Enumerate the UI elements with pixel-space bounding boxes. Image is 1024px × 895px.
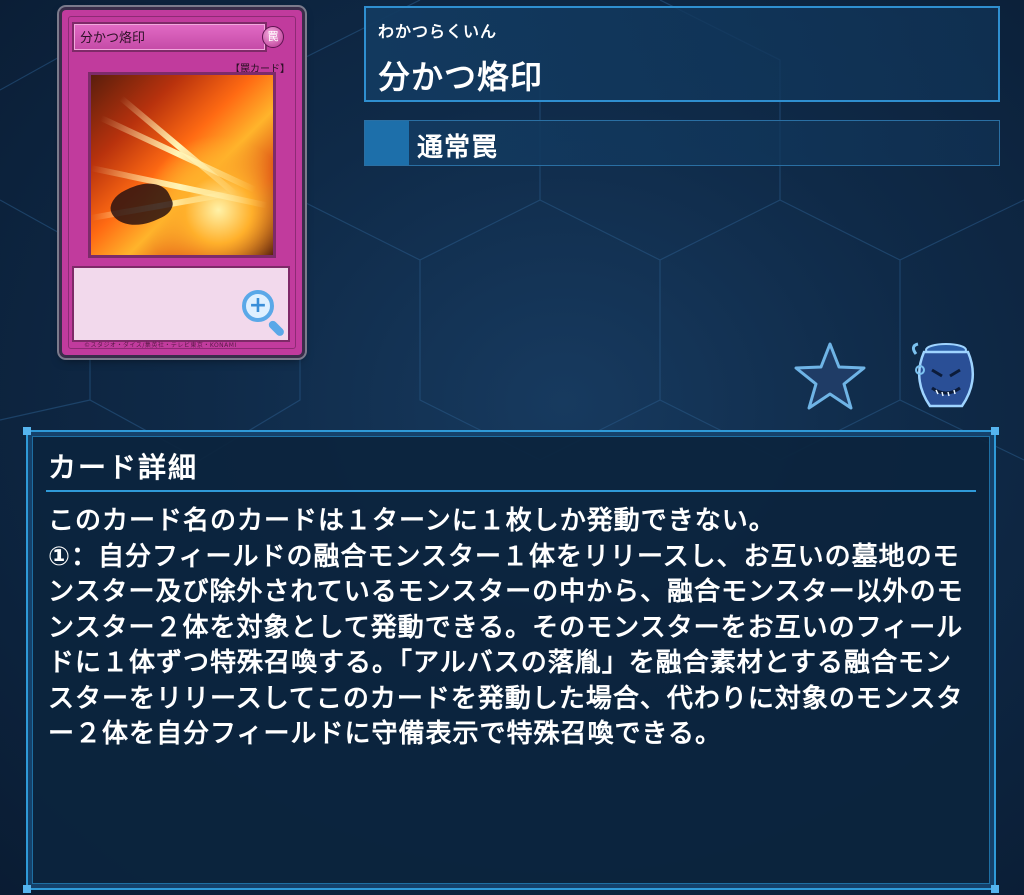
- pot-of-greed-icon[interactable]: [900, 340, 988, 412]
- card-effect-text: このカード名のカードは１ターンに１枚しか発動できない。 ①：自分フィールドの融合…: [48, 506, 964, 749]
- card-name-reading: わかつらくいん: [378, 22, 498, 41]
- card-details-panel: カード詳細 このカード名のカードは１ターンに１枚しか発動できない。 ①：自分フィ…: [23, 427, 999, 893]
- details-title: カード詳細: [48, 451, 199, 484]
- panel-corner: [991, 427, 999, 435]
- star-icon[interactable]: [794, 340, 866, 412]
- card-thumbnail[interactable]: 分かつ烙印 罠 【罠カード】 + ©スタジオ・ダイス/集英社・テレビ東京・KON…: [62, 10, 302, 355]
- zoom-handle: [267, 319, 286, 338]
- details-divider: [46, 490, 976, 492]
- card-copyright: ©スタジオ・ダイス/集英社・テレビ東京・KONAMI: [84, 342, 237, 349]
- panel-corner: [23, 885, 31, 893]
- card-thumbnail-text-box: +: [72, 266, 290, 342]
- card-name-panel: わかつらくいん 分かつ烙印: [364, 6, 1000, 102]
- card-artwork: [88, 72, 276, 258]
- panel-corner: [23, 427, 31, 435]
- card-thumbnail-name: 分かつ烙印: [72, 22, 267, 52]
- card-name: 分かつ烙印: [378, 58, 544, 96]
- zoom-in-icon[interactable]: +: [242, 290, 274, 322]
- card-type-panel: 通常罠: [364, 120, 1000, 166]
- card-type: 通常罠: [417, 133, 499, 163]
- trap-attribute-icon: 罠: [262, 26, 284, 48]
- panel-corner: [991, 885, 999, 893]
- type-marker: [365, 121, 409, 165]
